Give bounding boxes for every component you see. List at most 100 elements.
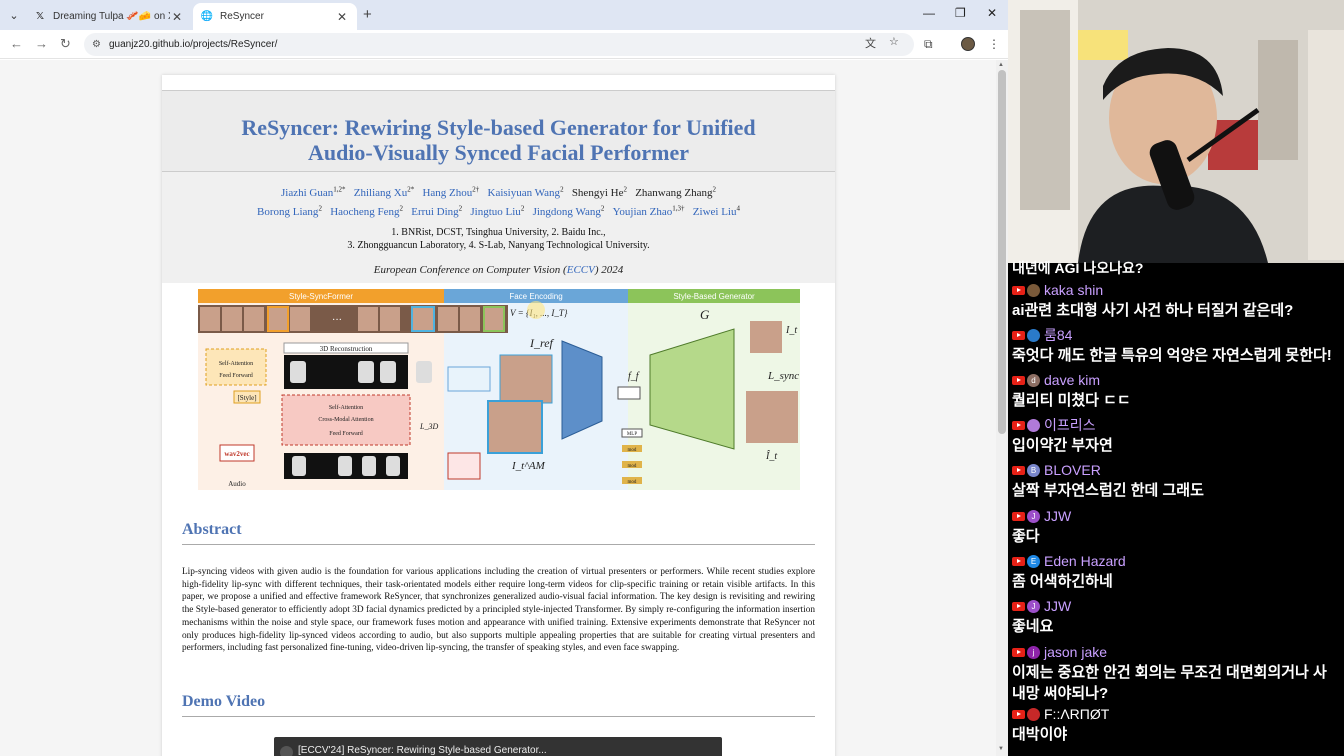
author-authors_row2-5[interactable]: Youjian Zhao1,3† bbox=[613, 205, 685, 219]
mod-label-3: mod bbox=[628, 480, 637, 485]
chat-message: 룸84 죽엇다 깨도 한글 특유의 억양은 자연스럽게 못한다! bbox=[1008, 325, 1344, 366]
back-icon[interactable]: ← bbox=[10, 36, 23, 51]
page-scrollbar[interactable]: ▲ ▼ bbox=[996, 60, 1008, 756]
section-label-encoding: Face Encoding bbox=[509, 292, 562, 301]
x-icon: 𝕏 bbox=[35, 11, 45, 22]
ff-label: f_f bbox=[628, 371, 640, 382]
author-affil-sup: 2 bbox=[318, 204, 322, 213]
author-authors_row1-4: Shengyi He2 bbox=[572, 185, 627, 199]
address-bar[interactable]: ⚙ guanjz20.github.io/projects/ReSyncer/ bbox=[84, 33, 914, 56]
author-name: Borong Liang bbox=[257, 206, 319, 219]
mod-label-2: mod bbox=[628, 464, 637, 469]
globe-icon: 🌐 bbox=[200, 11, 214, 22]
author-authors_row1-2[interactable]: Hang Zhou2† bbox=[422, 185, 479, 199]
self-attn-block bbox=[205, 348, 267, 386]
chat-text: 좋다 bbox=[1012, 528, 1040, 545]
affiliations: 1. BNRist, DCST, Tsinghua University, 2.… bbox=[162, 226, 835, 252]
style-token-label: [Style] bbox=[237, 394, 256, 402]
author-affil-sup: 2 bbox=[712, 185, 716, 193]
chat-message-header: 룸84 bbox=[1008, 325, 1344, 345]
tab-close-icon[interactable]: ✕ bbox=[170, 10, 184, 24]
mod-label-1: mod bbox=[628, 448, 637, 453]
affiliation-line-2: 3. Zhongguancun Laboratory, 4. S-Lab, Na… bbox=[347, 240, 650, 252]
generator-label: G bbox=[700, 307, 710, 322]
chat-message: j jason jake 이제는 중요한 안건 회의는 무조건 대면회의거나 사내망… bbox=[1008, 642, 1344, 704]
wav2vec-label: wav2vec bbox=[224, 450, 249, 458]
chat-message: J JJW 좋다 bbox=[1008, 506, 1344, 547]
lsync-label: L_sync bbox=[767, 370, 799, 382]
site-info-icon[interactable]: ⚙ bbox=[92, 39, 101, 50]
restore-icon[interactable]: ❐ bbox=[955, 6, 966, 20]
project-page: ReSyncer: Rewiring Style-based Generator… bbox=[162, 75, 835, 756]
chat-text: 좋네요 bbox=[1012, 618, 1054, 635]
authors-row-1: Jiazhi Guan1,2* Zhiliang Xu2* Hang Zhou2… bbox=[162, 181, 835, 201]
browser-toolbar: ← → ↻ ⚙ guanjz20.github.io/projects/ReSy… bbox=[0, 30, 1008, 59]
chat-username: Eden Hazard bbox=[1044, 553, 1126, 569]
profile-avatar[interactable] bbox=[961, 37, 975, 51]
ff-node bbox=[617, 386, 641, 400]
chat-username: kaka shin bbox=[1044, 282, 1104, 298]
chat-text: ai관련 초대형 사기 사건 하나 터질거 같은데? bbox=[1012, 302, 1294, 319]
tab-title: ReSyncer bbox=[220, 11, 264, 22]
video-title[interactable]: [ECCV'24] ReSyncer: Rewiring Style-based… bbox=[298, 745, 547, 756]
author-authors_row2-4[interactable]: Jingdong Wang2 bbox=[533, 205, 605, 219]
chat-username: BLOVER bbox=[1044, 462, 1101, 478]
author-name: Hang Zhou bbox=[422, 186, 473, 199]
author-authors_row2-3[interactable]: Jingtuo Liu2 bbox=[470, 205, 524, 219]
youtube-icon bbox=[1012, 511, 1025, 521]
close-window-icon[interactable]: ✕ bbox=[987, 6, 997, 20]
tab-title: Dreaming Tulpa 🥓🧀 on X bbox=[53, 11, 170, 22]
author-authors_row2-6[interactable]: Ziwei Liu4 bbox=[693, 204, 740, 219]
author-name: Zhiliang Xu bbox=[353, 186, 408, 199]
translate-icon[interactable]: 文 bbox=[865, 35, 876, 51]
user-avatar: j bbox=[1027, 645, 1040, 659]
tab-search-button[interactable]: ⌄ bbox=[4, 5, 24, 25]
bookmark-star-icon[interactable]: ☆ bbox=[889, 35, 899, 48]
author-authors_row2-1[interactable]: Haocheng Feng2 bbox=[330, 205, 403, 219]
youtube-icon bbox=[1012, 330, 1025, 340]
chat-message: B BLOVER 살짝 부자연스럽긴 한데 그래도 bbox=[1008, 460, 1344, 501]
cursor-highlight bbox=[527, 301, 545, 319]
inverse-mask-box bbox=[447, 366, 491, 392]
venue-prefix: European Conference on Computer Vision ( bbox=[373, 264, 567, 277]
chat-partial-message: 내년에 AGI 나오나요? bbox=[1012, 260, 1144, 276]
user-avatar: J bbox=[1027, 599, 1040, 613]
extensions-icon[interactable]: ⧉ bbox=[924, 37, 933, 52]
reload-icon[interactable]: ↻ bbox=[60, 36, 71, 52]
scroll-up-icon[interactable]: ▲ bbox=[998, 62, 1004, 68]
author-name: Jingtuo Liu bbox=[470, 206, 521, 219]
scroll-thumb[interactable] bbox=[998, 70, 1006, 434]
chat-message-header: d dave kim bbox=[1008, 370, 1344, 390]
author-authors_row1-0[interactable]: Jiazhi Guan1,2* bbox=[281, 185, 345, 199]
user-avatar: J bbox=[1027, 509, 1040, 523]
recon-label: 3D Reconstruction bbox=[320, 345, 373, 353]
output-face bbox=[746, 391, 798, 443]
url-text: guanjz20.github.io/projects/ReSyncer/ bbox=[108, 39, 278, 50]
tab-close-icon[interactable]: ✕ bbox=[335, 10, 349, 24]
author-authors_row2-0[interactable]: Borong Liang2 bbox=[257, 204, 322, 219]
user-avatar: d bbox=[1027, 373, 1040, 387]
eccv-link[interactable]: ECCV bbox=[567, 264, 595, 276]
author-affil-sup: 2 bbox=[560, 185, 564, 193]
menu-kebab-icon[interactable]: ⋮ bbox=[988, 37, 1000, 51]
new-tab-button[interactable]: + bbox=[363, 6, 372, 23]
author-authors_row1-1[interactable]: Zhiliang Xu2* bbox=[353, 185, 414, 199]
author-name: Zhanwang Zhang bbox=[635, 186, 713, 199]
chat-message: d dave kim 퀄리티 미쳤다 ㄷㄷ bbox=[1008, 370, 1344, 411]
scroll-down-icon[interactable]: ▼ bbox=[998, 746, 1004, 752]
ref-face bbox=[499, 354, 553, 404]
author-authors_row1-3[interactable]: Kaisiyuan Wang2 bbox=[488, 185, 564, 199]
chat-username: 룸84 bbox=[1044, 327, 1073, 343]
pipeline-diagram: Style-SyncFormer Face Encoding Style-Bas… bbox=[198, 289, 800, 490]
chat-message-header: 이프리스 bbox=[1008, 415, 1344, 435]
author-authors_row2-2[interactable]: Errui Ding2 bbox=[411, 205, 462, 219]
author-affil-sup: 2 bbox=[623, 185, 627, 193]
tab-dreaming-tulpa[interactable]: 𝕏 Dreaming Tulpa 🥓🧀 on X ✕ bbox=[26, 3, 192, 30]
tab-resyncer[interactable]: 🌐 ReSyncer ✕ bbox=[193, 3, 357, 30]
youtube-embed[interactable]: [ECCV'24] ReSyncer: Rewiring Style-based… bbox=[274, 737, 722, 756]
title-header: ReSyncer: Rewiring Style-based Generator… bbox=[162, 90, 835, 172]
author-affil-sup: 4 bbox=[736, 204, 740, 213]
chat-text: 좀 어색하긴하네 bbox=[1012, 573, 1113, 590]
minimize-icon[interactable]: — bbox=[923, 6, 935, 20]
forward-icon[interactable]: → bbox=[35, 36, 48, 51]
